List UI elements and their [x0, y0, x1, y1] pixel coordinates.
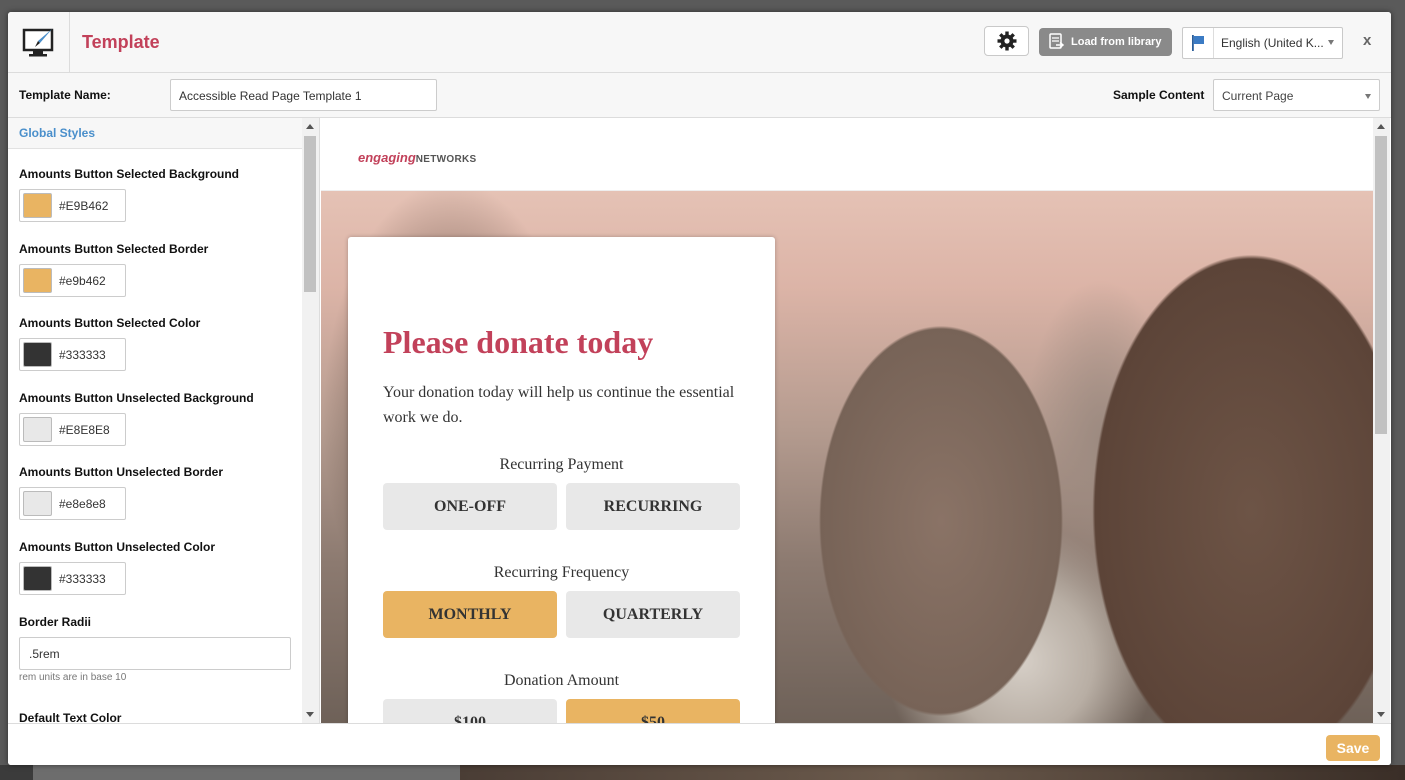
template-modal: Template Load from library English (Unit… — [8, 12, 1391, 765]
sample-content-label: Sample Content — [1113, 88, 1205, 102]
style-label: Amounts Button Unselected Border — [19, 465, 224, 479]
chevron-down-icon — [1365, 94, 1371, 99]
chevron-down-icon — [1328, 40, 1334, 45]
scroll-up-arrow-icon[interactable] — [1377, 124, 1385, 129]
style-item: Default Text Color — [19, 711, 299, 723]
preview-scrollbar[interactable] — [1373, 118, 1390, 723]
style-label: Amounts Button Unselected Color — [19, 540, 216, 554]
language-value: English (United K... — [1221, 36, 1324, 50]
recurring-button[interactable]: RECURRING — [566, 483, 740, 530]
logo-engaging: engaging — [358, 150, 416, 165]
color-input[interactable]: #E8E8E8 — [19, 413, 126, 446]
donation-text: Your donation today will help us continu… — [383, 384, 735, 426]
donation-title: Please donate today — [383, 324, 654, 360]
color-swatch[interactable] — [23, 268, 52, 293]
color-input[interactable]: #333333 — [19, 338, 126, 371]
scroll-down-arrow-icon[interactable] — [306, 712, 314, 717]
gear-icon — [997, 31, 1016, 51]
color-swatch[interactable] — [23, 566, 52, 591]
style-item: Amounts Button Selected Background #E9B4… — [19, 167, 299, 222]
template-name-input[interactable]: Accessible Read Page Template 1 — [170, 79, 437, 111]
sample-content-value: Current Page — [1222, 89, 1294, 103]
style-label: Amounts Button Selected Background — [19, 167, 240, 181]
style-label: Amounts Button Selected Border — [19, 242, 209, 256]
color-value: #333333 — [59, 571, 106, 586]
color-value: #333333 — [59, 347, 106, 362]
color-input[interactable]: #333333 — [19, 562, 126, 595]
border-radii-hint: rem units are in base 10 — [19, 672, 127, 683]
donation-card: Please donate today Your donation today … — [348, 237, 775, 723]
color-value: #e9b462 — [59, 273, 106, 288]
border-radii-input[interactable]: .5rem — [19, 637, 291, 670]
settings-button[interactable] — [984, 26, 1029, 56]
hero-image: Please donate today Your donation today … — [321, 191, 1373, 723]
template-name-label: Template Name: — [19, 88, 111, 102]
backdrop — [0, 765, 1405, 780]
donation-amount-label: Donation Amount — [503, 672, 620, 689]
flag-icon — [1183, 28, 1214, 58]
monthly-button[interactable]: MONTHLY — [383, 591, 557, 638]
language-select[interactable]: English (United K... — [1182, 27, 1343, 59]
color-value: #E8E8E8 — [59, 422, 110, 437]
style-item: Amounts Button Unselected Background #E8… — [19, 391, 299, 446]
scrollbar-thumb[interactable] — [1375, 136, 1387, 434]
color-value: #e8e8e8 — [59, 496, 106, 511]
global-styles-header[interactable]: Global Styles — [8, 118, 302, 149]
modal-title: Template — [82, 32, 160, 52]
styles-panel: Global Styles Amounts Button Selected Ba… — [8, 118, 320, 723]
color-swatch[interactable] — [23, 417, 52, 442]
sample-content-select[interactable]: Current Page — [1213, 79, 1380, 111]
style-item: Amounts Button Selected Color #333333 — [19, 316, 299, 371]
amount-50-button[interactable]: $50 — [566, 699, 740, 723]
scroll-up-arrow-icon[interactable] — [306, 124, 314, 129]
color-input[interactable]: #e9b462 — [19, 264, 126, 297]
scroll-down-arrow-icon[interactable] — [1377, 712, 1385, 717]
color-input[interactable]: #e8e8e8 — [19, 487, 126, 520]
color-swatch[interactable] — [23, 342, 52, 367]
close-button[interactable]: x — [1363, 32, 1371, 49]
scrollbar-thumb[interactable] — [304, 136, 316, 292]
recurring-payment-label: Recurring Payment — [499, 456, 624, 473]
border-radii-label: Border Radii — [19, 615, 92, 629]
modal-header: Template Load from library English (Unit… — [8, 12, 1391, 73]
one-off-button[interactable]: ONE-OFF — [383, 483, 557, 530]
load-from-library-label: Load from library — [1071, 36, 1162, 48]
style-label: Amounts Button Selected Color — [19, 316, 201, 330]
color-swatch[interactable] — [23, 193, 52, 218]
preview-header: engagingNETWORKS — [321, 118, 1373, 191]
recurring-frequency-label: Recurring Frequency — [493, 564, 630, 581]
color-input[interactable]: #E9B462 — [19, 189, 126, 222]
panel-scrollbar[interactable] — [302, 118, 319, 723]
quarterly-button[interactable]: QUARTERLY — [566, 591, 740, 638]
color-value: #E9B462 — [59, 198, 109, 213]
style-label: Default Text Color — [19, 711, 122, 723]
style-item: Amounts Button Unselected Border #e8e8e8 — [19, 465, 299, 520]
color-swatch[interactable] — [23, 491, 52, 516]
template-editor-icon — [8, 12, 70, 73]
save-button[interactable]: Save — [1326, 735, 1380, 761]
style-label: Amounts Button Unselected Background — [19, 391, 254, 405]
amount-100-button[interactable]: $100 — [383, 699, 557, 723]
logo-networks: NETWORKS — [415, 154, 477, 165]
load-from-library-button[interactable]: Load from library — [1039, 28, 1172, 56]
modal-footer: Save — [8, 723, 1391, 765]
style-item: Amounts Button Unselected Color #333333 — [19, 540, 299, 595]
engaging-networks-logo: engagingNETWORKS — [358, 150, 477, 165]
page-preview: engagingNETWORKS Please donate today You… — [321, 118, 1391, 723]
library-icon — [1049, 33, 1065, 49]
style-item: Amounts Button Selected Border #e9b462 — [19, 242, 299, 297]
template-name-row: Template Name: Accessible Read Page Temp… — [8, 73, 1391, 118]
border-radii-item: Border Radii .5rem rem units are in base… — [19, 615, 299, 683]
